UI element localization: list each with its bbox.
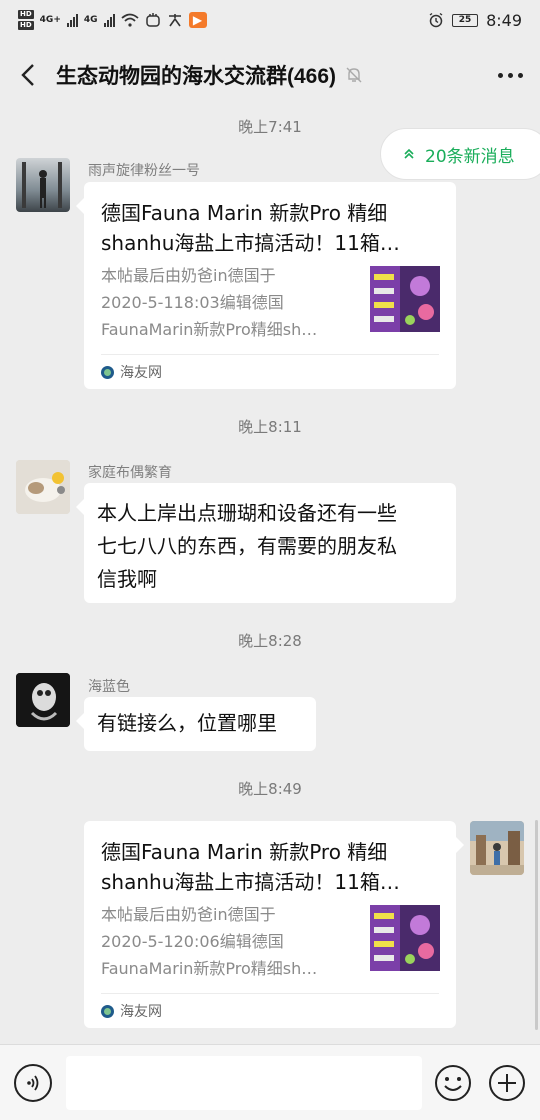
link-description: FaunaMarin新款Pro精细sh…	[101, 320, 318, 339]
new-messages-label: 20条新消息	[425, 146, 515, 167]
message-bubble[interactable]: 有链接么，位置哪里	[76, 697, 316, 751]
source-logo-icon	[101, 1004, 114, 1018]
link-title: 德国Fauna Marin 新款Pro 精细	[101, 201, 388, 225]
app-icon	[168, 14, 181, 27]
message-text: 有链接么，位置哪里	[97, 711, 277, 735]
signal-icon	[103, 13, 115, 27]
clock: 8:49	[486, 10, 522, 30]
chevron-left-icon	[21, 64, 34, 86]
link-source: 海友网	[101, 1001, 162, 1021]
hd-label: HD	[18, 10, 34, 19]
sender-name: 雨声旋律粉丝一号	[88, 163, 200, 179]
my-avatar[interactable]	[470, 821, 524, 875]
message-text: 本人上岸出点珊瑚和设备还有一些 七七八八的东西，有需要的朋友私 信我啊	[84, 483, 456, 610]
input-bar	[0, 1044, 540, 1120]
message-bubble[interactable]: 本人上岸出点珊瑚和设备还有一些 七七八八的东西，有需要的朋友私 信我啊	[76, 483, 456, 603]
source-name: 海友网	[120, 1004, 162, 1020]
divider	[101, 354, 439, 355]
back-button[interactable]	[0, 48, 56, 102]
plus-button[interactable]	[488, 1064, 526, 1102]
link-title: 德国Fauna Marin 新款Pro 精细	[101, 840, 388, 864]
status-bar: HD HD 4G+ 4G ▶ 25 8:49	[0, 0, 540, 40]
link-title: shanhu海盐上市搞活动！11箱…	[101, 870, 400, 894]
more-options-button[interactable]	[480, 48, 540, 102]
link-card[interactable]: 德国Fauna Marin 新款Pro 精细 shanhu海盐上市搞活动！11箱…	[76, 182, 456, 389]
voice-input-button[interactable]	[14, 1064, 52, 1102]
message-input[interactable]	[66, 1056, 422, 1110]
dot	[517, 72, 523, 78]
sender-name: 海蓝色	[88, 679, 130, 695]
voice-icon	[27, 1075, 39, 1091]
hd-indicator: HD HD	[18, 9, 34, 31]
link-description: 2020-5-120:06编辑德国	[101, 932, 284, 951]
link-card[interactable]: 德国Fauna Marin 新款Pro 精细 shanhu海盐上市搞活动！11箱…	[84, 821, 464, 1028]
chat-header: 生态动物园的海水交流群(466)	[0, 48, 540, 102]
mute-bell-icon	[346, 67, 362, 83]
source-name: 海友网	[120, 365, 162, 381]
message-line: 七七八八的东西，有需要的朋友私	[97, 534, 397, 558]
link-description: FaunaMarin新款Pro精细sh…	[101, 959, 318, 978]
divider	[101, 993, 439, 994]
sender-name: 家庭布偶繁育	[88, 465, 172, 481]
link-thumbnail	[370, 266, 440, 332]
network-type: 4G	[83, 15, 98, 25]
link-description: 本帖最后由奶爸in德国于	[101, 905, 276, 924]
message-line: 信我啊	[97, 567, 157, 591]
double-chevron-up-icon	[404, 148, 414, 159]
alarm-icon	[429, 12, 443, 28]
scrollbar[interactable]	[535, 820, 538, 1030]
avatar[interactable]	[16, 460, 70, 514]
network-type: 4G+	[39, 15, 61, 25]
link-title: shanhu海盐上市搞活动！11箱…	[101, 231, 400, 255]
battery-icon: 25	[452, 13, 479, 27]
timestamp: 晚上8:49	[238, 780, 302, 798]
avatar[interactable]	[16, 673, 70, 727]
link-thumbnail	[370, 905, 440, 971]
message-line: 本人上岸出点珊瑚和设备还有一些	[97, 501, 397, 525]
link-source: 海友网	[101, 362, 162, 382]
emoji-button[interactable]	[434, 1064, 472, 1102]
link-description: 本帖最后由奶爸in德国于	[101, 266, 276, 285]
avatar[interactable]	[16, 158, 70, 212]
timestamp: 晚上8:28	[238, 632, 302, 650]
timestamp: 晚上7:41	[238, 118, 302, 136]
timestamp: 晚上8:11	[238, 418, 302, 436]
hand-icon	[145, 13, 160, 27]
source-logo-icon	[101, 365, 114, 379]
signal-icon	[66, 13, 78, 27]
dot	[507, 72, 513, 78]
hd-label: HD	[18, 21, 34, 30]
link-description: 2020-5-118:03编辑德国	[101, 293, 284, 312]
chat-title: 生态动物园的海水交流群(466)	[56, 65, 337, 88]
dot	[497, 72, 503, 78]
play-app-icon: ▶	[188, 12, 207, 28]
wifi-icon	[120, 13, 139, 27]
